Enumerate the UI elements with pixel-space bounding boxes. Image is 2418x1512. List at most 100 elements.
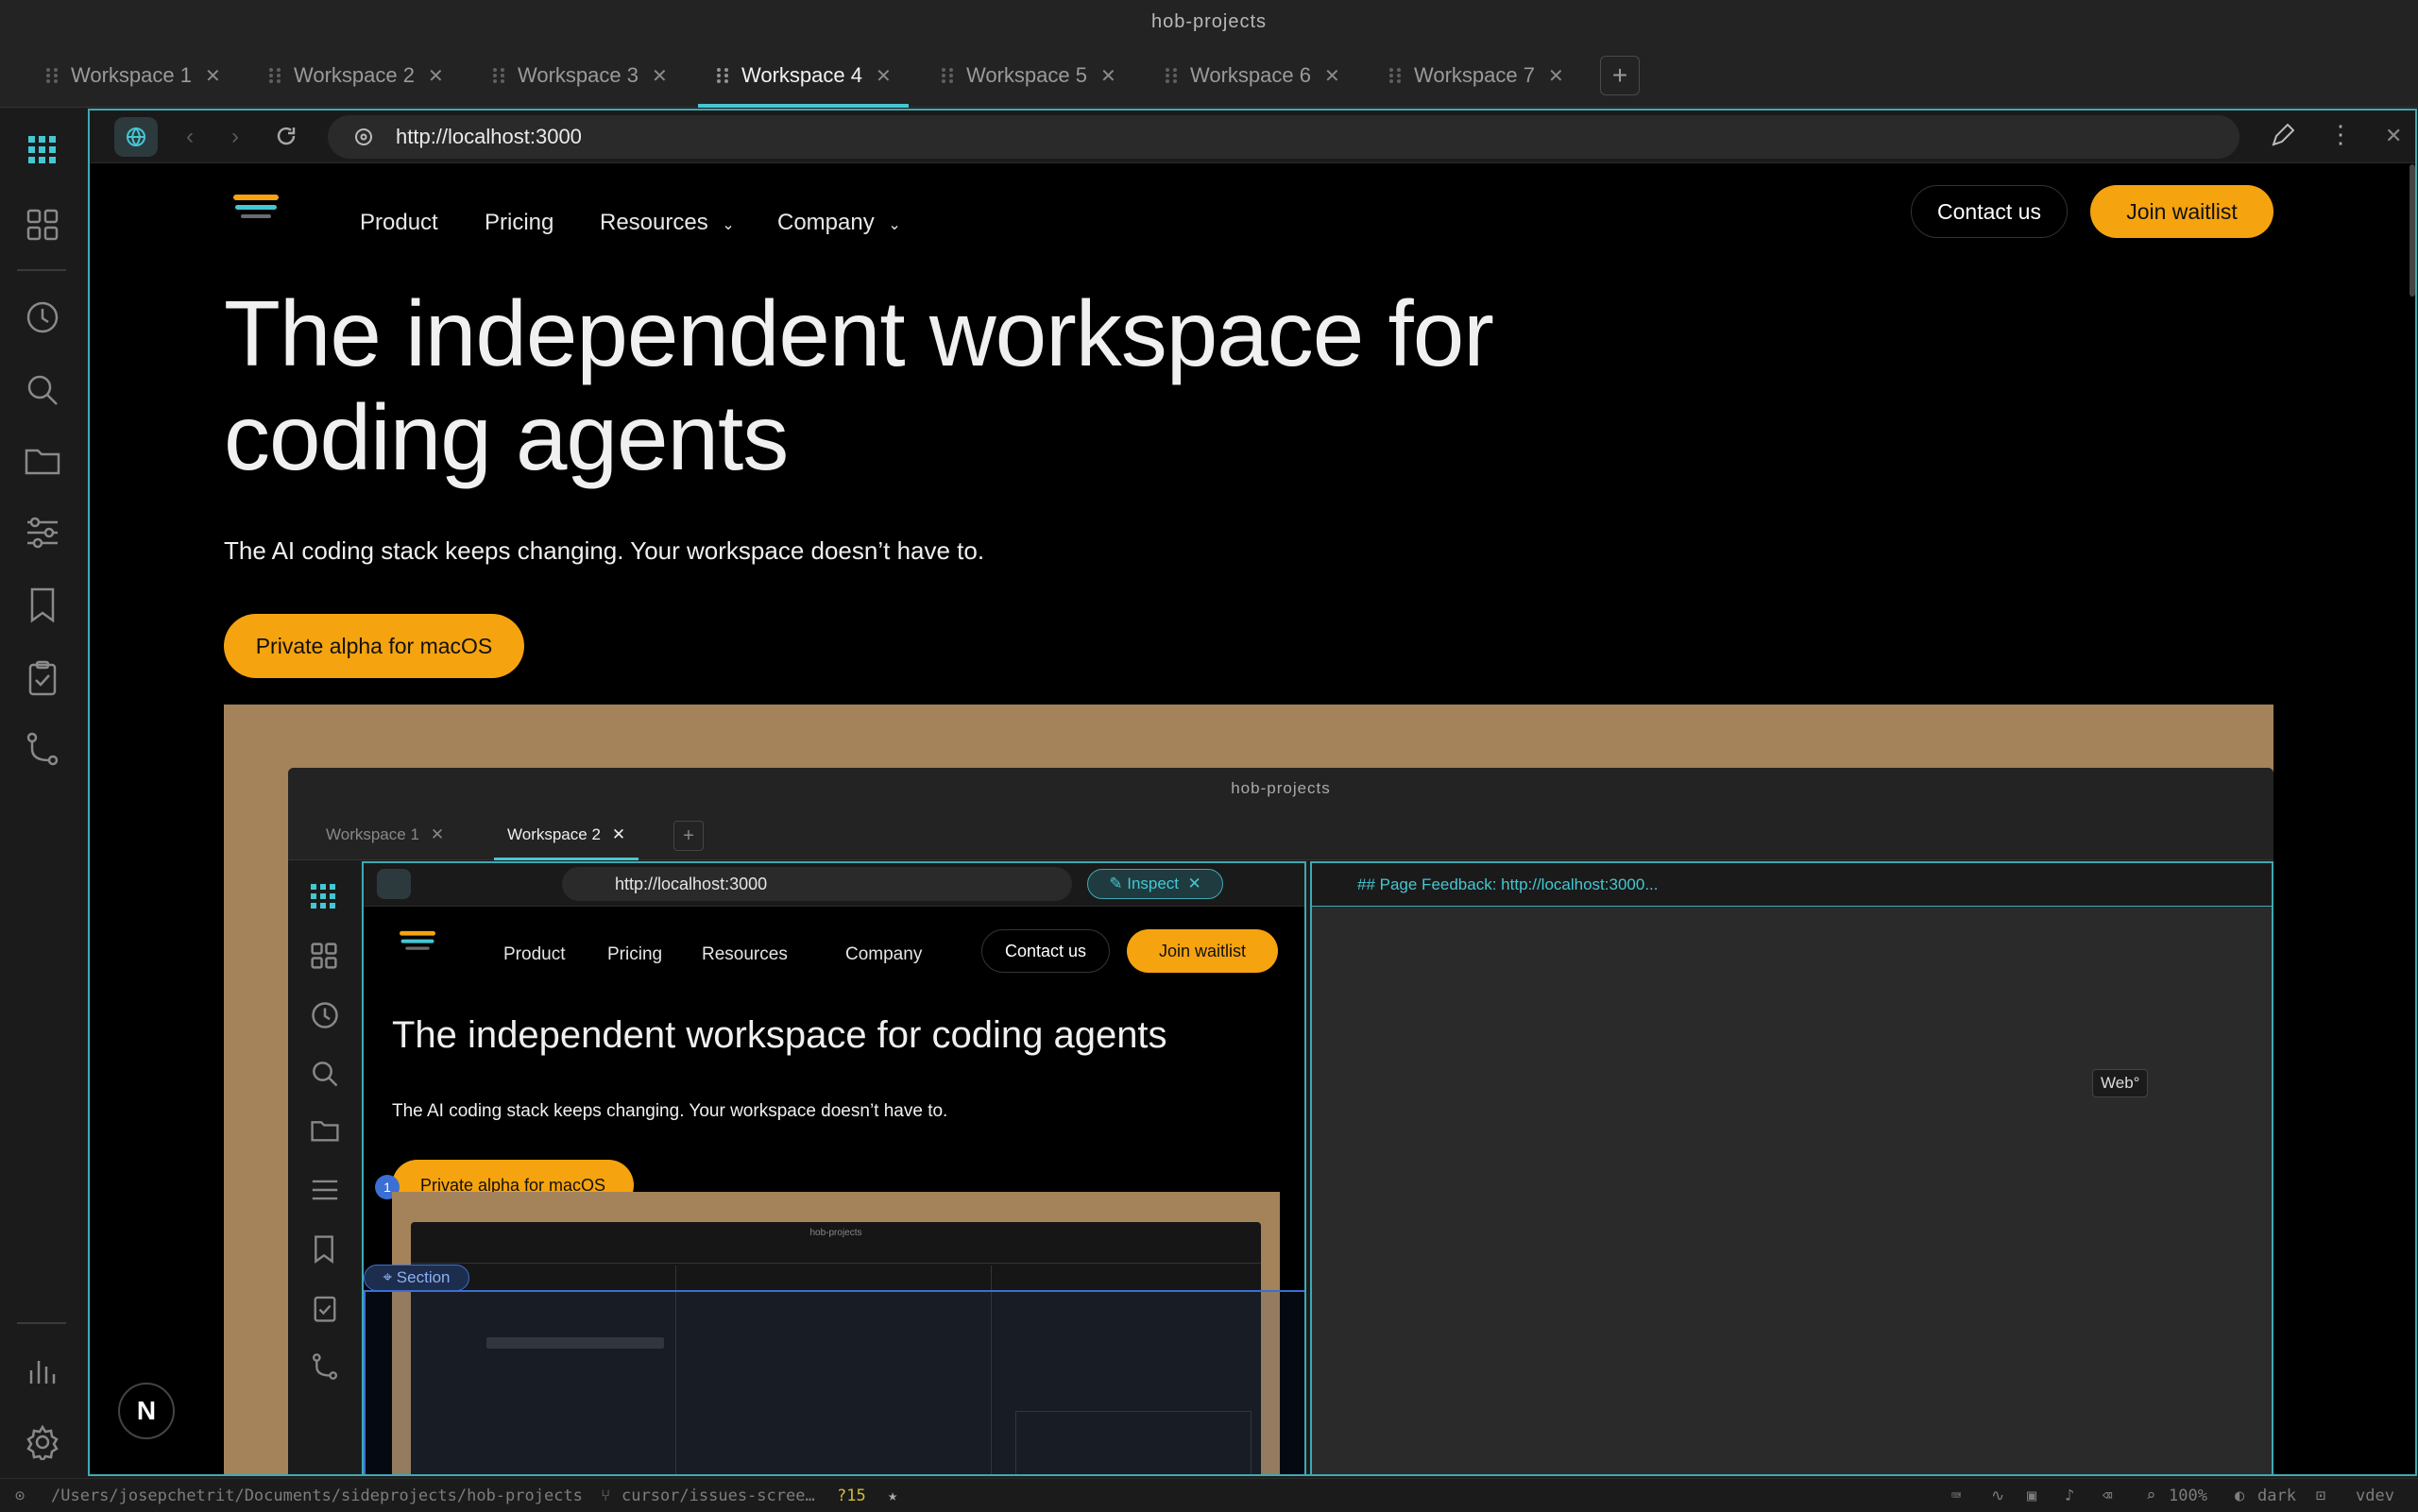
sidebar-rail [0, 109, 87, 1478]
tab-label: Workspace 6 [1190, 63, 1311, 87]
inner-hero-subheading: The AI coding stack keeps changing. Your… [392, 1101, 948, 1121]
chevron-down-icon: ⌄ [888, 217, 901, 233]
inner-contact-button: Contact us [981, 929, 1110, 973]
nav-company[interactable]: Company ⌄ [777, 210, 901, 236]
location-pin-icon: ⊙ [15, 1487, 26, 1505]
tab-workspace-5[interactable]: Workspace 5 ✕ [940, 43, 1116, 108]
close-icon[interactable]: ✕ [428, 64, 444, 88]
tab-workspace-2[interactable]: Workspace 2 ✕ [267, 43, 444, 108]
reload-icon[interactable] [275, 125, 298, 147]
status-zoom[interactable]: 100% [2169, 1487, 2207, 1505]
panel-icon[interactable]: ▣ [2027, 1487, 2036, 1505]
new-tab-button[interactable]: + [1600, 56, 1640, 95]
close-icon[interactable]: ✕ [1548, 64, 1564, 88]
chevron-down-icon: ⌄ [722, 217, 735, 233]
close-icon[interactable]: ✕ [1100, 64, 1116, 88]
mini-tab-bar [411, 1243, 1261, 1264]
tab-workspace-3[interactable]: Workspace 3 ✕ [491, 43, 668, 108]
history-icon [312, 1002, 338, 1028]
nav-product[interactable]: Product [360, 210, 438, 236]
inner-tab-workspace-1: Workspace 1 ✕ [326, 809, 444, 860]
inner-url-field: http://localhost:3000 [562, 867, 1072, 901]
grip-icon [269, 68, 281, 83]
git-branch-icon: ⑂ [601, 1487, 611, 1505]
settings-sliders-icon[interactable] [23, 513, 62, 552]
website-viewport: Product Pricing Resources ⌄ Company ⌄ Co… [90, 164, 2415, 1474]
apps-grid-icon[interactable] [23, 130, 62, 170]
analytics-icon[interactable] [23, 1351, 62, 1390]
inner-tab-label: Workspace 2 [507, 825, 601, 843]
trash-icon[interactable]: ⌫ [2103, 1487, 2112, 1505]
feedback-panel-title: ## Page Feedback: http://localhost:3000.… [1357, 875, 1659, 893]
url-input[interactable]: http://localhost:3000 [328, 115, 2239, 159]
inspect-button: ✎ Inspect ✕ [1087, 869, 1223, 899]
web-badge: Web° [2092, 1069, 2149, 1097]
close-icon: ✕ [611, 825, 626, 843]
contact-us-button[interactable]: Contact us [1911, 185, 2068, 238]
inspect-section-highlight [364, 1290, 1304, 1474]
tab-workspace-1[interactable]: Workspace 1 ✕ [44, 43, 221, 108]
more-vertical-icon[interactable]: ⋮ [2328, 120, 2353, 149]
rail-divider [17, 269, 66, 271]
bookmark-icon [315, 1235, 333, 1264]
pencil-icon[interactable] [2270, 124, 2294, 148]
inner-window-title: hob-projects [288, 768, 2273, 809]
activity-icon[interactable]: ∿ [1991, 1487, 2004, 1505]
bookmark-icon[interactable] [23, 586, 62, 625]
close-icon[interactable]: ✕ [205, 64, 221, 88]
site-info-icon[interactable] [354, 127, 373, 146]
apps-grid-icon [311, 884, 335, 909]
status-theme[interactable]: dark [2257, 1487, 2296, 1505]
inner-new-tab: + [673, 821, 704, 851]
bell-icon[interactable]: ♪ [2065, 1487, 2074, 1505]
site-logo[interactable] [233, 193, 279, 223]
private-alpha-button[interactable]: Private alpha for macOS [224, 614, 524, 678]
status-star: ★ [888, 1487, 898, 1505]
git-branch-icon[interactable] [23, 729, 62, 769]
join-waitlist-button[interactable]: Join waitlist [2090, 185, 2273, 238]
tab-label: Workspace 4 [741, 63, 862, 87]
inner-join-button: Join waitlist [1127, 929, 1278, 973]
nav-pricing[interactable]: Pricing [485, 210, 553, 236]
history-icon[interactable] [23, 297, 62, 337]
status-branch[interactable]: cursor/issues-scree… [622, 1487, 815, 1505]
status-bar: ⊙ /Users/josepchetrit/Documents/sideproj… [0, 1478, 2418, 1512]
url-text: http://localhost:3000 [396, 125, 582, 148]
globe-icon [377, 869, 411, 899]
close-icon[interactable]: ✕ [876, 64, 892, 88]
browser-panel: ‹ › http://localhost:3000 ⋮ ✕ Product Pr… [88, 109, 2417, 1476]
status-changes: ?15 [837, 1487, 866, 1505]
close-icon[interactable]: ✕ [2385, 124, 2402, 148]
window-title: hob-projects [0, 0, 2418, 43]
git-branch-icon [312, 1353, 338, 1380]
nextjs-badge[interactable]: N [118, 1383, 175, 1439]
nav-company-label: Company [777, 210, 875, 235]
tab-workspace-7[interactable]: Workspace 7 ✕ [1388, 43, 1564, 108]
scrollbar-thumb[interactable] [2409, 164, 2415, 297]
tab-workspace-4[interactable]: Workspace 4 ✕ [698, 43, 909, 108]
back-icon[interactable]: ‹ [186, 124, 194, 150]
close-icon: ✕ [430, 825, 445, 843]
site-logo [400, 929, 435, 954]
settings-sliders-icon [312, 1180, 338, 1200]
tab-label: Workspace 2 [294, 63, 415, 87]
close-icon[interactable]: ✕ [652, 64, 668, 88]
inner-tab-bar: Workspace 1 ✕ Workspace 2 ✕ + [288, 809, 2273, 860]
dashboard-icon[interactable] [23, 205, 62, 245]
hero-line-1: The independent workspace for [224, 281, 1494, 385]
close-icon[interactable]: ✕ [1324, 64, 1340, 88]
inner-sidebar [288, 861, 360, 1474]
folder-icon[interactable] [23, 441, 62, 481]
tab-label: Workspace 1 [71, 63, 192, 87]
tab-label: Workspace 7 [1414, 63, 1535, 87]
inner-nav-resources: Resources [702, 944, 788, 964]
gear-icon[interactable] [23, 1422, 62, 1462]
grip-icon [1166, 68, 1177, 83]
nav-resources[interactable]: Resources ⌄ [600, 210, 735, 236]
tab-workspace-6[interactable]: Workspace 6 ✕ [1164, 43, 1340, 108]
forward-icon[interactable]: › [231, 124, 239, 150]
keyboard-icon[interactable]: ⌨ [1951, 1487, 1961, 1505]
globe-icon[interactable] [114, 117, 158, 157]
search-icon[interactable] [23, 370, 62, 410]
clipboard-check-icon[interactable] [23, 658, 62, 698]
